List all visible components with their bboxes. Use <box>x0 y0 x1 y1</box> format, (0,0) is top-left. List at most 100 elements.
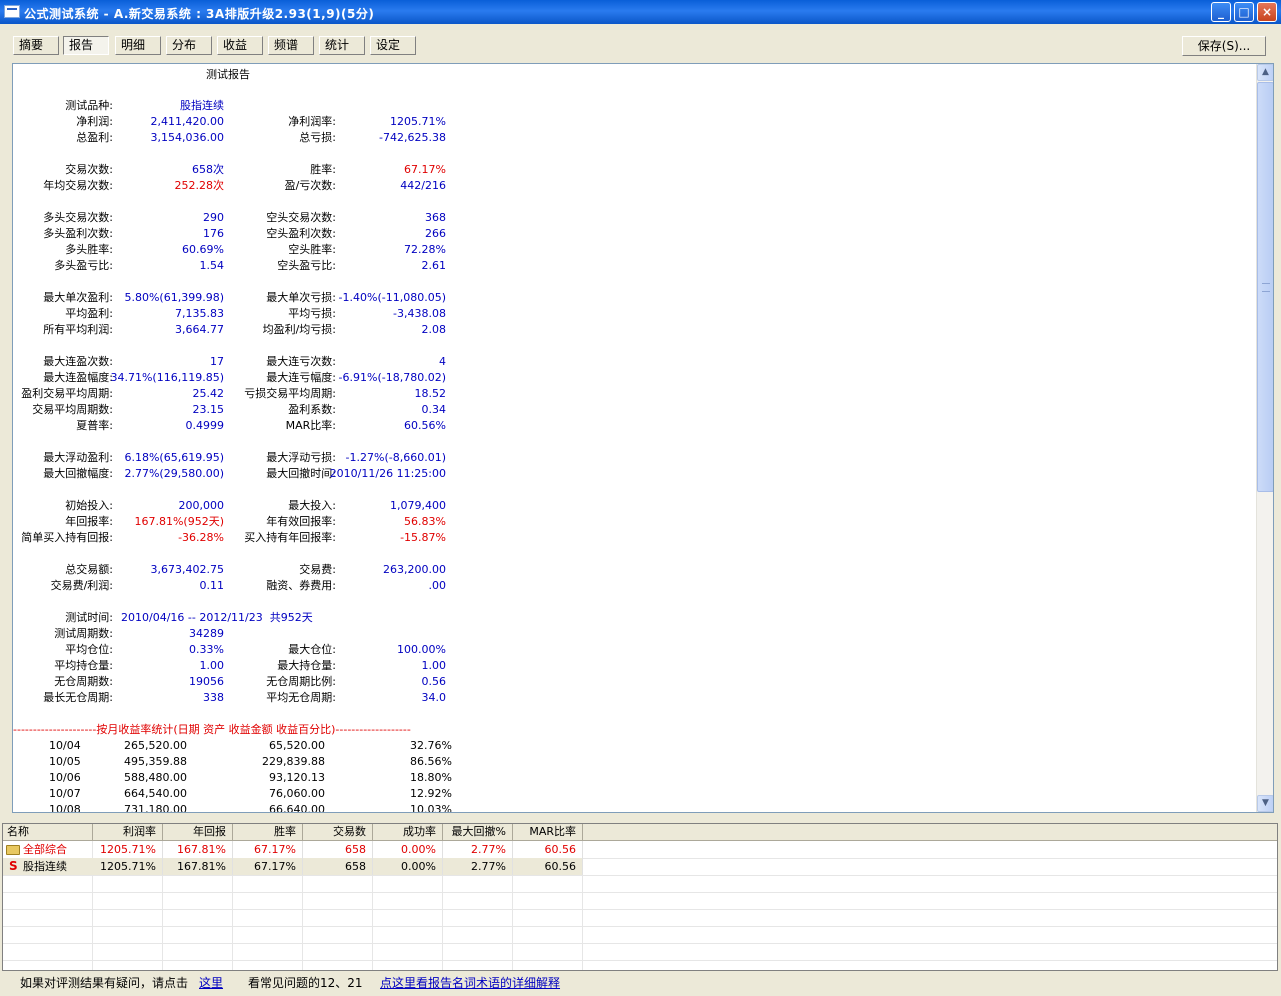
report-label: 平均无仓周期: <box>266 691 336 704</box>
grid-header-6[interactable]: 最大回撤% <box>443 824 513 841</box>
tab-spectrum[interactable]: 频谱 <box>268 36 314 55</box>
report-value: 0.34 <box>421 403 447 416</box>
grid-header-4[interactable]: 交易数 <box>303 824 373 841</box>
report-value: 34.0 <box>421 691 447 704</box>
report-value: 0.11 <box>199 579 225 592</box>
tab-settings[interactable]: 设定 <box>370 36 416 55</box>
report-label: 最大连盈幅度: <box>43 371 113 384</box>
report-label: 交易费/利润: <box>50 579 113 592</box>
report-panel: 测试报告 测试品种: 股指连续 净利润: 2,411,420.00 净利润率: 1205.7… <box>12 63 1274 813</box>
report-label: 无仓周期数: <box>54 675 113 688</box>
report-value: 2,411,420.00 <box>150 115 224 128</box>
report-value: 67.17% <box>404 163 446 176</box>
report-value: 1.00 <box>199 659 225 672</box>
report-value: 167.81%(952天) <box>134 515 224 528</box>
report-value: 25.42 <box>192 387 225 400</box>
scroll-down-arrow-icon[interactable]: ▼ <box>1257 795 1273 812</box>
report-value: 2.77%(29,580.00) <box>124 467 224 480</box>
report-value: 7,135.83 <box>175 307 224 320</box>
monthly-date: 10/04 <box>49 739 81 752</box>
grid-cell: 658 <box>303 841 373 858</box>
scroll-up-arrow-icon[interactable]: ▲ <box>1257 64 1273 81</box>
app-window-icon <box>4 5 20 18</box>
report-label: 测试时间: <box>65 611 113 624</box>
grid-cell: 67.17% <box>233 841 303 858</box>
grid-row-line <box>3 875 1277 876</box>
grid-cell: 167.81% <box>163 841 233 858</box>
maximize-button[interactable]: □ <box>1234 2 1254 22</box>
grid-header-3[interactable]: 胜率 <box>233 824 303 841</box>
grid-header-7[interactable]: MAR比率 <box>513 824 583 841</box>
report-label: 最大回撤时间: <box>266 467 336 480</box>
report-value: 1.54 <box>199 259 225 272</box>
monthly-date: 10/07 <box>49 787 81 800</box>
grid-header-0[interactable]: 名称 <box>3 824 93 841</box>
report-label: 亏损交易平均周期: <box>244 387 336 400</box>
report-label: 多头盈亏比: <box>54 259 113 272</box>
report-value: 34.71%(116,119.85) <box>110 371 224 384</box>
footer-bar: 如果对评测结果有疑问，请点击 这里 看常见问题的12、21 点这里看报告名词术语… <box>0 972 1281 996</box>
report-label: 初始投入: <box>65 499 113 512</box>
grid-header-2[interactable]: 年回报 <box>163 824 233 841</box>
grid-header-5[interactable]: 成功率 <box>373 824 443 841</box>
report-label: 最大浮动盈利: <box>43 451 113 464</box>
report-value: 100.00% <box>397 643 446 656</box>
strategy-s-icon: S <box>9 859 18 873</box>
report-value: 1205.71% <box>390 115 446 128</box>
report-label: 无仓周期比例: <box>266 675 336 688</box>
report-value: -742,625.38 <box>379 131 446 144</box>
report-value: 252.28次 <box>174 179 225 192</box>
monthly-percent: 10.03% <box>410 803 452 812</box>
grid-cell: 60.56 <box>513 858 583 875</box>
report-label: 年均交易次数: <box>43 179 113 192</box>
grid-row-line <box>3 943 1277 944</box>
window-title: 公式测试系统 - A.新交易系统 : 3A排版升级2.93(1,9)(5分) <box>24 7 375 21</box>
tab-distribution[interactable]: 分布 <box>166 36 212 55</box>
grid-header-1[interactable]: 利润率 <box>93 824 163 841</box>
report-label: 交易次数: <box>65 163 113 176</box>
vertical-scrollbar[interactable]: ▲ ▼ <box>1256 64 1273 812</box>
footer-link-here[interactable]: 这里 <box>199 972 223 994</box>
tab-report[interactable]: 报告 <box>63 36 109 55</box>
tab-statistics[interactable]: 统计 <box>319 36 365 55</box>
close-button[interactable]: × <box>1257 2 1277 22</box>
report-value: 200,000 <box>178 499 225 512</box>
report-value: 658次 <box>192 163 224 176</box>
grid-cell: 1205.71% <box>93 858 163 875</box>
footer-text-question: 如果对评测结果有疑问，请点击 <box>20 976 189 990</box>
monthly-asset: 664,540.00 <box>124 787 187 800</box>
report-label: 年回报率: <box>65 515 113 528</box>
report-value: 2.61 <box>421 259 447 272</box>
report-label: 总盈利: <box>76 131 113 144</box>
footer-link-glossary[interactable]: 点这里看报告名词术语的详细解释 <box>380 972 560 994</box>
report-value: 56.83% <box>404 515 446 528</box>
grid-cell: 167.81% <box>163 858 233 875</box>
report-value: 19056 <box>189 675 224 688</box>
report-label: 测试周期数: <box>54 627 113 640</box>
monthly-percent: 32.76% <box>410 739 452 752</box>
report-value: 2010/04/16 -- 2012/11/23 共952天 <box>121 611 313 624</box>
monthly-gain: 93,120.13 <box>269 771 325 784</box>
report-label: 均盈利/均亏损: <box>262 323 336 336</box>
report-label: 所有平均利润: <box>43 323 113 336</box>
grid-row-line <box>3 892 1277 893</box>
report-value: 0.56 <box>421 675 447 688</box>
report-label: 空头盈亏比: <box>277 259 336 272</box>
report-value: -36.28% <box>178 531 224 544</box>
report-value: 368 <box>425 211 446 224</box>
save-button[interactable]: 保存(S)... <box>1182 36 1266 56</box>
title-bar: 公式测试系统 - A.新交易系统 : 3A排版升级2.93(1,9)(5分) _… <box>0 0 1281 24</box>
scrollbar-thumb[interactable] <box>1257 82 1273 492</box>
tab-detail[interactable]: 明细 <box>115 36 161 55</box>
monthly-date: 10/05 <box>49 755 81 768</box>
report-label: 年有效回报率: <box>266 515 336 528</box>
monthly-stats-header: ---------------------按月收益率统计(日期 资产 收益金额 … <box>13 723 411 736</box>
grid-cell: 0.00% <box>373 858 443 875</box>
report-label: 平均仓位: <box>65 643 113 656</box>
tab-summary[interactable]: 摘要 <box>13 36 59 55</box>
report-value: 3,673,402.75 <box>150 563 224 576</box>
report-value: 0.4999 <box>185 419 225 432</box>
grid-row-line <box>3 926 1277 927</box>
minimize-button[interactable]: _ <box>1211 2 1231 22</box>
tab-returns[interactable]: 收益 <box>217 36 263 55</box>
